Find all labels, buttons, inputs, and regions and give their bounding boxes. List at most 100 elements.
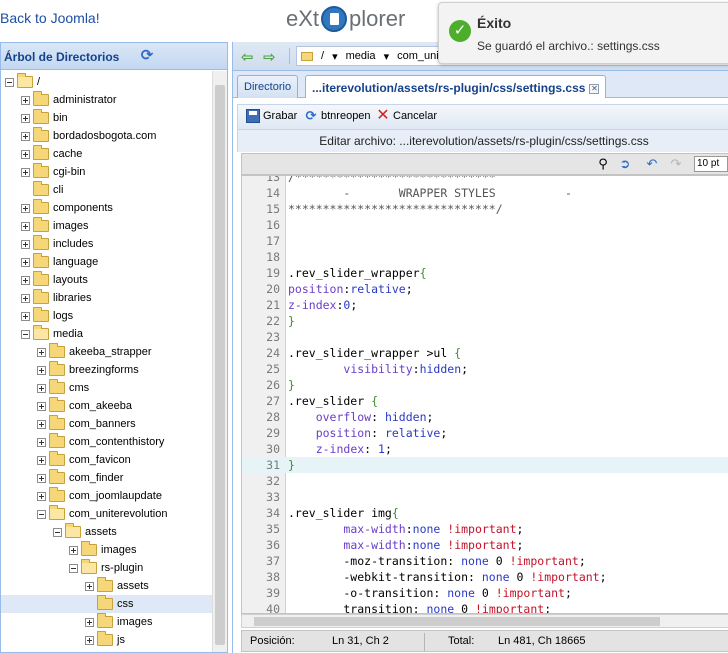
expand-icon[interactable] (37, 455, 46, 465)
collapse-icon[interactable] (53, 527, 62, 537)
tree-scrollbar-thumb[interactable] (215, 85, 225, 645)
code-line[interactable]: 22} (242, 313, 728, 329)
tree-item[interactable]: com_favicon (1, 451, 213, 469)
search-icon[interactable]: ⚲ (595, 156, 611, 172)
tree-item[interactable]: assets (1, 577, 213, 595)
expand-icon[interactable] (21, 131, 30, 141)
tree-item[interactable]: com_contenthistory (1, 433, 213, 451)
tree-item[interactable]: / (1, 73, 213, 91)
collapse-icon[interactable] (37, 509, 46, 519)
code-line[interactable]: 32 (242, 473, 728, 489)
expand-icon[interactable] (21, 311, 30, 321)
expand-icon[interactable] (21, 275, 30, 285)
tree-item[interactable]: cgi-bin (1, 163, 213, 181)
code-line[interactable]: 33 (242, 489, 728, 505)
tree-item[interactable]: images (1, 613, 213, 631)
back-arrow-icon[interactable]: ⇦ (241, 48, 254, 66)
tree-item[interactable]: administrator (1, 91, 213, 109)
tree-item[interactable]: com_akeeba (1, 397, 213, 415)
tree-item[interactable]: com_finder (1, 469, 213, 487)
code-line[interactable]: 36 max-width:none !important; (242, 537, 728, 553)
expand-icon[interactable] (37, 347, 46, 357)
back-to-joomla-link[interactable]: Back to Joomla! (0, 10, 100, 26)
expand-icon[interactable] (37, 473, 46, 483)
expand-icon[interactable] (21, 293, 30, 303)
code-line[interactable]: 16 (242, 217, 728, 233)
expand-icon[interactable] (85, 635, 94, 645)
code-line[interactable]: 18 (242, 249, 728, 265)
code-line[interactable]: 35 max-width:none !important; (242, 521, 728, 537)
code-line[interactable]: 40 transition: none 0 !important; (242, 601, 728, 613)
expand-icon[interactable] (21, 113, 30, 123)
tree-item[interactable]: com_joomlaupdate (1, 487, 213, 505)
expand-icon[interactable] (69, 545, 78, 555)
expand-icon[interactable] (85, 617, 94, 627)
tree-item[interactable]: js (1, 631, 213, 649)
tree-scrollbar[interactable] (212, 71, 227, 652)
path-root[interactable]: / (321, 50, 324, 62)
tree-item[interactable]: bin (1, 109, 213, 127)
expand-icon[interactable] (37, 437, 46, 447)
code-line[interactable]: 24 .rev_slider_wrapper >ul { (242, 345, 728, 361)
path-dropdown-icon[interactable]: ▾ (384, 50, 390, 63)
expand-icon[interactable] (21, 149, 30, 159)
code-line[interactable]: 17 (242, 233, 728, 249)
tree-item[interactable]: language (1, 253, 213, 271)
path-segment-media[interactable]: media (346, 50, 376, 62)
tab-directorio[interactable]: Directorio (237, 75, 299, 98)
tree-item[interactable]: libraries (1, 289, 213, 307)
code-line[interactable]: 27 .rev_slider { (242, 393, 728, 409)
tree-item[interactable]: com_banners (1, 415, 213, 433)
expand-icon[interactable] (21, 257, 30, 267)
close-tab-icon[interactable]: ✕ (589, 84, 600, 94)
tree-item[interactable]: akeeba_strapper (1, 343, 213, 361)
tree-item[interactable]: images (1, 217, 213, 235)
tree-item[interactable]: com_uniterevolution (1, 505, 213, 523)
collapse-icon[interactable] (69, 563, 78, 573)
tree-item[interactable]: cms (1, 379, 213, 397)
expand-icon[interactable] (21, 203, 30, 213)
tree-item[interactable]: includes (1, 235, 213, 253)
expand-icon[interactable] (85, 581, 94, 591)
code-horizontal-scrollbar[interactable] (241, 614, 728, 628)
code-line[interactable]: 13 /***************************** (242, 176, 728, 185)
code-line[interactable]: 31} (242, 457, 728, 473)
collapse-icon[interactable] (5, 77, 14, 87)
expand-icon[interactable] (21, 95, 30, 105)
tab-settings-css[interactable]: ...iterevolution/assets/rs-plugin/css/se… (305, 75, 607, 98)
code-line[interactable]: 25 visibility:hidden; (242, 361, 728, 377)
tree-item[interactable]: rs-plugin (1, 559, 213, 577)
code-line[interactable]: 37 -moz-transition: none 0 !important; (242, 553, 728, 569)
save-button[interactable]: Grabar (246, 109, 297, 123)
expand-icon[interactable] (37, 401, 46, 411)
code-line[interactable]: 28 overflow: hidden; (242, 409, 728, 425)
goto-line-icon[interactable]: ➲ (617, 156, 633, 172)
tree-item[interactable]: assets (1, 523, 213, 541)
code-line[interactable]: 34 .rev_slider img{ (242, 505, 728, 521)
code-line[interactable]: 26} (242, 377, 728, 393)
expand-icon[interactable] (21, 167, 30, 177)
tree-item[interactable]: cache (1, 145, 213, 163)
forward-arrow-icon[interactable]: ⇨ (263, 48, 276, 66)
expand-icon[interactable] (37, 365, 46, 375)
code-line[interactable]: 23 (242, 329, 728, 345)
font-size-select[interactable]: 10 pt (694, 156, 728, 172)
path-dropdown-icon[interactable]: ▾ (332, 50, 338, 63)
code-line[interactable]: 20 position:relative; (242, 281, 728, 297)
reopen-button[interactable]: ⟳ btnreopen (304, 109, 371, 123)
tree-item[interactable]: images (1, 541, 213, 559)
tree-item[interactable]: media (1, 325, 213, 343)
code-line[interactable]: 21 z-index:0; (242, 297, 728, 313)
expand-icon[interactable] (37, 419, 46, 429)
expand-icon[interactable] (21, 239, 30, 249)
code-scrollbar-thumb[interactable] (254, 617, 660, 626)
tree-item[interactable]: layouts (1, 271, 213, 289)
code-line[interactable]: 30 z-index: 1; (242, 441, 728, 457)
refresh-tree-icon[interactable]: ⟳ (139, 48, 155, 64)
code-line[interactable]: 38 -webkit-transition: none 0 !important… (242, 569, 728, 585)
cancel-button[interactable]: ✕ Cancelar (376, 108, 437, 124)
collapse-icon[interactable] (21, 329, 30, 339)
tree-item[interactable]: breezingforms (1, 361, 213, 379)
tree-item[interactable]: components (1, 199, 213, 217)
undo-icon[interactable]: ↶ (644, 156, 660, 172)
